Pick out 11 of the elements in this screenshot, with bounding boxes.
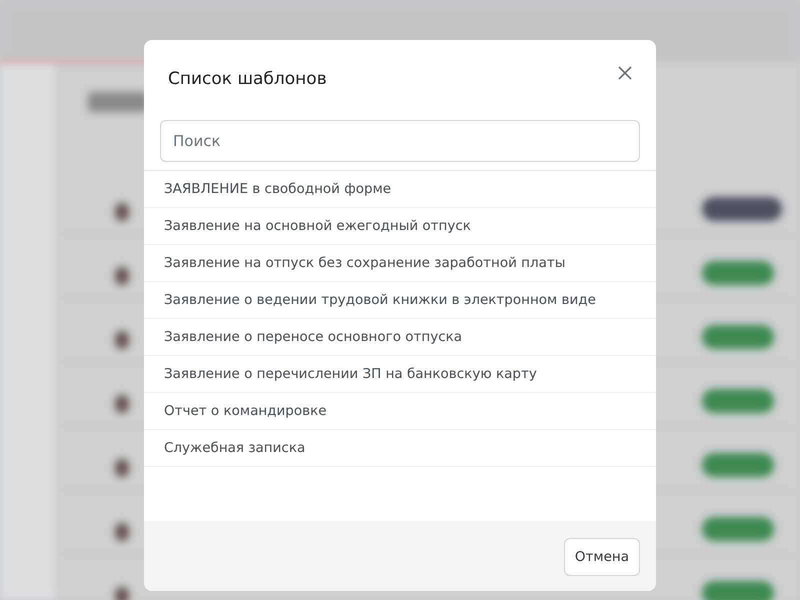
template-item[interactable]: Служебная записка xyxy=(144,430,656,467)
template-item[interactable]: Заявление о ведении трудовой книжки в электронном виде xyxy=(144,282,656,319)
search-field[interactable]: Поиск xyxy=(160,120,640,162)
dialog-title: Список шаблонов xyxy=(168,69,327,89)
cancel-button[interactable]: Отмена xyxy=(564,538,640,576)
template-item[interactable]: Отчет о командировке xyxy=(144,393,656,430)
template-item[interactable]: ЗАЯВЛЕНИЕ в свободной форме xyxy=(144,171,656,208)
template-item[interactable]: Заявление на основной ежегодный отпуск xyxy=(144,208,656,245)
template-item[interactable]: Заявление на отпуск без сохранение заработной платы xyxy=(144,245,656,282)
template-item[interactable]: Заявление о перечислении ЗП на банковскую карту xyxy=(144,356,656,393)
template-item[interactable]: Заявление о переносе основного отпуска xyxy=(144,319,656,356)
